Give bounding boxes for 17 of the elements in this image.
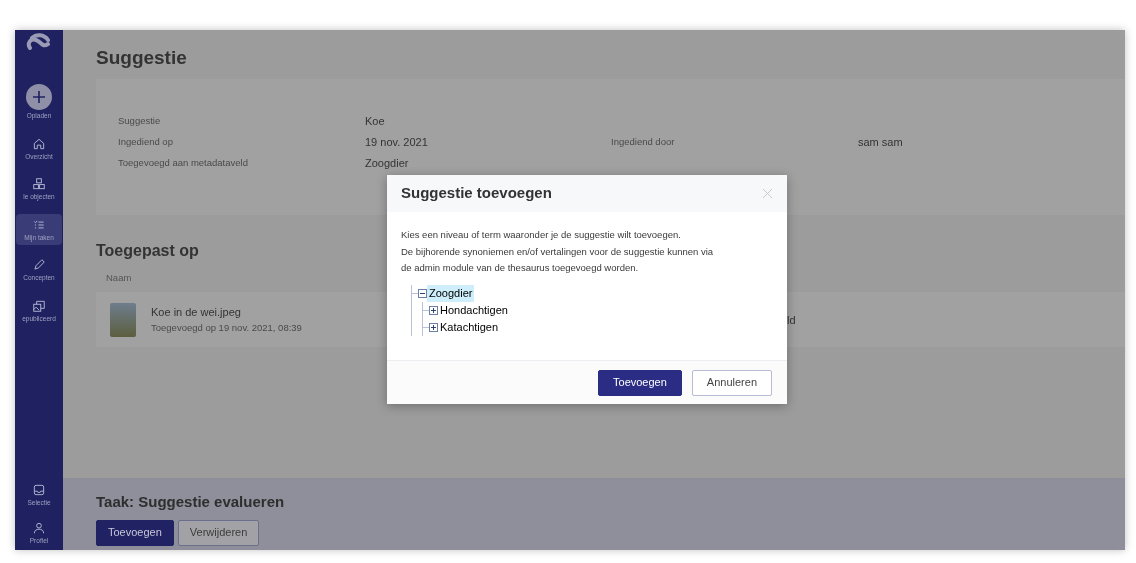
section-title: Toegepast op [96,241,199,261]
detail-label: Ingediend op [118,135,174,149]
dialog-text: Kies een niveau of term waaronder je de suggestie wilt toevoegen. De bijhorende synoniemen en/of vertalingen voor de suggestie kunnen via de admin module van de thesaurus toegevoegd worden. [401,228,715,275]
detail-label: Toegevoegd aan metadataveld [118,156,249,170]
file-date: Toegevoegd op 19 nov. 2021, 08:39 [151,320,302,335]
detail-value: sam sam [858,135,903,150]
detail-label: Ingediend door [611,135,676,149]
detail-value: Koe [365,114,386,129]
task-title: Taak: Suggestie evalueren [96,492,286,512]
table-cell-text: ld [787,312,796,328]
detail-value: Zoogdier [365,156,410,171]
column-header: Naam [106,271,132,285]
file-name: Koe in de wei.jpeg [151,305,241,321]
page-title: Suggestie [96,46,188,70]
detail-label: Suggestie [118,114,162,128]
dialog-title: Suggestie toevoegen [401,183,552,204]
detail-value: 19 nov. 2021 [365,135,429,150]
